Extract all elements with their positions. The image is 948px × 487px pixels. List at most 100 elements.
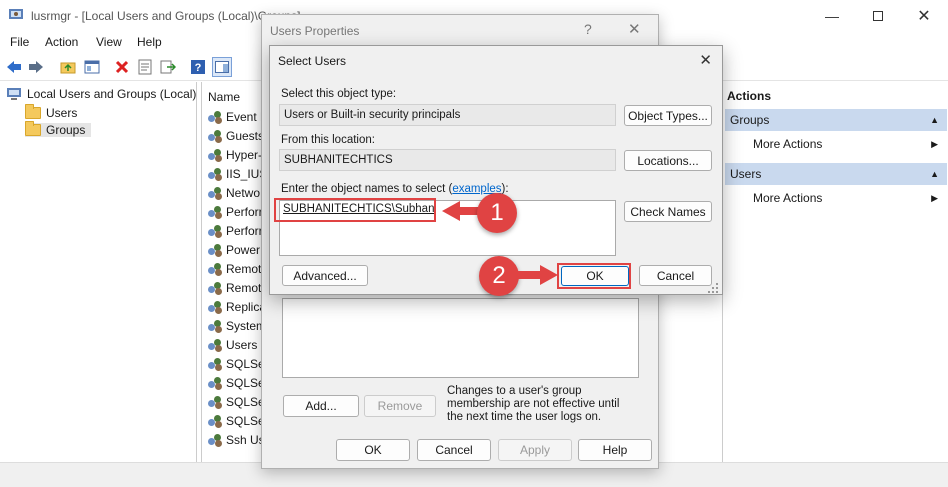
section-title: Groups <box>730 113 770 127</box>
object-type-label: Select this object type: <box>281 88 397 100</box>
menu-help[interactable]: Help <box>137 35 162 49</box>
back-icon[interactable] <box>4 57 24 77</box>
up-folder-icon[interactable] <box>58 57 78 77</box>
highlight-names-box <box>274 198 436 222</box>
group-icon <box>208 243 222 257</box>
list-item[interactable]: Guests <box>208 129 264 143</box>
check-names-button[interactable]: Check Names <box>624 201 712 222</box>
membership-note: Changes to a user's group membership are… <box>447 385 620 423</box>
list-item[interactable]: SQLSer <box>208 414 269 428</box>
svg-text:?: ? <box>195 62 202 74</box>
list-item[interactable]: Power <box>208 243 260 257</box>
list-item[interactable]: Remote <box>208 281 268 295</box>
close-icon[interactable]: ✕ <box>901 0 947 31</box>
group-icon <box>208 319 222 333</box>
actions-header: Actions <box>727 89 772 103</box>
list-item[interactable]: System <box>208 319 266 333</box>
chevron-right-icon: ▶ <box>931 139 938 149</box>
resize-grip-icon[interactable] <box>707 282 719 294</box>
group-icon <box>208 205 222 219</box>
group-icon <box>208 300 222 314</box>
folder-icon <box>25 121 41 136</box>
group-icon <box>208 224 222 238</box>
list-item-label: Netwo <box>226 186 261 200</box>
close-icon[interactable]: ✕ <box>699 51 712 69</box>
show-hide-tree-icon[interactable] <box>82 57 102 77</box>
location-label: From this location: <box>281 134 375 146</box>
list-item[interactable]: SQLSer <box>208 357 269 371</box>
actions-section-users[interactable]: Users ▲ <box>725 163 947 185</box>
tree-item-label: Groups <box>46 123 86 137</box>
minimize-icon[interactable]: — <box>809 0 855 31</box>
list-item-label: System <box>226 319 267 333</box>
menu-action[interactable]: Action <box>45 35 78 49</box>
group-icon <box>208 186 222 200</box>
list-item[interactable]: SQLSer <box>208 376 269 390</box>
column-header-name[interactable]: Name <box>208 90 240 104</box>
group-icon <box>208 148 222 162</box>
group-icon <box>208 433 222 447</box>
list-item[interactable]: SQLSer <box>208 395 269 409</box>
list-item[interactable]: Perforr <box>208 205 263 219</box>
collapse-up-icon[interactable]: ▲ <box>930 169 939 179</box>
cancel-button[interactable]: Cancel <box>639 265 712 286</box>
tree-item-users[interactable]: Users <box>25 104 78 120</box>
list-item[interactable]: Hyper- <box>208 148 262 162</box>
app-icon <box>9 9 23 19</box>
close-icon[interactable]: ✕ <box>628 20 641 38</box>
advanced-button[interactable]: Advanced... <box>282 265 368 286</box>
group-icon <box>208 281 222 295</box>
group-icon <box>208 357 222 371</box>
list-item[interactable]: Perforr <box>208 224 263 238</box>
list-item[interactable]: Users <box>208 338 257 352</box>
list-item-label: Hyper- <box>226 148 263 162</box>
list-item-label: Guests <box>226 129 265 143</box>
group-icon <box>208 262 222 276</box>
arrow-right-icon <box>514 265 558 285</box>
tree-root-label: Local Users and Groups (Local) <box>27 87 197 101</box>
tree-root[interactable]: Local Users and Groups (Local) <box>6 87 196 101</box>
more-actions-groups[interactable]: More Actions <box>753 137 822 151</box>
apply-button[interactable]: Apply <box>498 439 572 461</box>
list-item[interactable]: Remote <box>208 262 268 276</box>
list-item-label: Users <box>226 338 258 352</box>
group-icon <box>208 338 222 352</box>
members-list[interactable] <box>282 298 639 378</box>
delete-icon[interactable] <box>112 57 132 77</box>
export-list-icon[interactable] <box>158 57 178 77</box>
folder-icon <box>25 104 41 119</box>
dialog-title: Users Properties <box>270 24 360 38</box>
menu-view[interactable]: View <box>96 35 122 49</box>
list-item[interactable]: Replica <box>208 300 266 314</box>
props-cancel-button[interactable]: Cancel <box>417 439 491 461</box>
location-field: SUBHANITECHTICS <box>279 149 616 171</box>
highlight-ok-button <box>557 263 631 289</box>
group-icon <box>208 129 222 143</box>
group-icon <box>208 414 222 428</box>
dialog-title: Select Users <box>278 54 347 68</box>
show-hide-action-pane-icon[interactable] <box>212 57 232 77</box>
remove-button[interactable]: Remove <box>364 395 436 417</box>
list-item[interactable]: Event L <box>208 110 267 124</box>
forward-icon[interactable] <box>26 57 46 77</box>
list-item[interactable]: Netwo <box>208 186 260 200</box>
properties-icon[interactable] <box>135 57 155 77</box>
locations-button[interactable]: Locations... <box>624 150 712 171</box>
menu-file[interactable]: File <box>10 35 29 49</box>
actions-section-groups[interactable]: Groups ▲ <box>725 109 947 131</box>
maximize-icon[interactable] <box>855 0 901 31</box>
more-actions-users[interactable]: More Actions <box>753 191 822 205</box>
props-ok-button[interactable]: OK <box>336 439 410 461</box>
collapse-up-icon[interactable]: ▲ <box>930 115 939 125</box>
props-help-button[interactable]: Help <box>578 439 652 461</box>
group-icon <box>208 110 222 124</box>
list-item-label: Power <box>226 243 261 257</box>
help-icon[interactable]: ? <box>584 21 592 37</box>
tree-item-groups[interactable]: Groups <box>25 121 92 137</box>
computer-users-icon <box>7 88 21 100</box>
help-icon[interactable]: ? <box>188 57 208 77</box>
add-button[interactable]: Add... <box>283 395 359 417</box>
tree-item-label: Users <box>46 106 78 120</box>
group-icon <box>208 376 222 390</box>
object-types-button[interactable]: Object Types... <box>624 105 712 126</box>
